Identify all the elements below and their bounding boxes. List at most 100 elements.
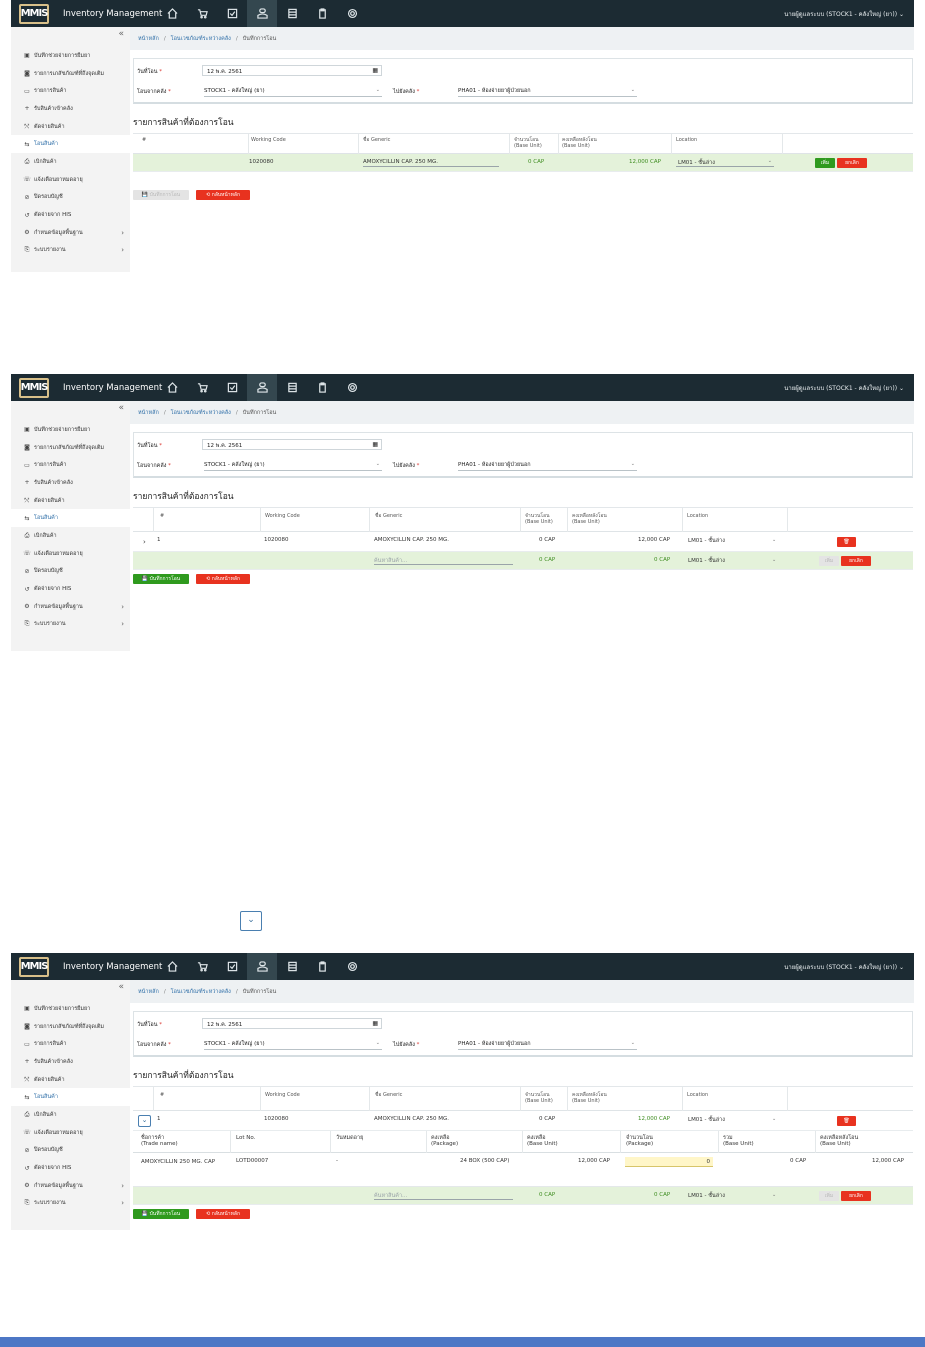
from-store-select[interactable]: STOCK1 - คลังใหญ่ (ยา) ⌄ [204, 1040, 382, 1050]
add-button[interactable]: เพิ่ม [815, 158, 835, 168]
gear-icon[interactable] [337, 953, 367, 980]
add-button[interactable]: เพิ่ม [819, 1191, 839, 1201]
sidebar-item-issue[interactable]: ⤲ ตัดจ่ายสินค้า [11, 1071, 130, 1089]
back-home-button[interactable]: ⟲ กลับหน้าหลัก [196, 1209, 250, 1219]
calendar-icon[interactable]: ▦ [372, 441, 378, 448]
sidebar-item-close-period[interactable]: ⊘ ปิดรอบบัญชี [11, 563, 130, 581]
user-menu[interactable]: นายผู้ดูแลระบบ (STOCK1 - คลังใหญ่ (ยา)) … [784, 9, 904, 19]
sidebar-item-transfer[interactable]: ⇆ โอนสินค้า [11, 509, 130, 528]
sidebar-item-reports[interactable]: ⎘ ระบบรายงาน › [11, 1195, 130, 1213]
sidebar-item-requisition[interactable]: ⎙ เบิกสินค้า [11, 527, 130, 545]
cancel-button[interactable]: ยกเลิก [837, 158, 867, 168]
clipboard-icon[interactable] [307, 0, 337, 27]
save-transfer-button[interactable]: 💾 บันทึกการโอน [133, 574, 189, 584]
generic-input[interactable]: AMOXYCILLIN CAP. 250 MG. [363, 157, 499, 167]
clipboard-icon[interactable] [307, 374, 337, 401]
sidebar-item-receive[interactable]: + รับสินค้าเข้าคลัง [11, 100, 130, 118]
collapse-sidebar-icon[interactable]: « [11, 980, 130, 994]
date-input[interactable]: 12 พ.ค. 2561 ▦ [202, 1018, 382, 1029]
home-icon[interactable] [157, 0, 187, 27]
calendar-icon[interactable]: ▦ [372, 1020, 378, 1027]
sidebar-item-products[interactable]: ▭ รายการสินค้า [11, 1035, 130, 1053]
sidebar-item-his[interactable]: ↺ ตัดจ่ายจาก HIS [11, 580, 130, 598]
location-select[interactable]: LM01 - ชั้นล่าง ⌄ [676, 157, 774, 167]
date-input[interactable]: 12 พ.ค. 2561 ▦ [202, 439, 382, 450]
sidebar-item-close-period[interactable]: ⊘ ปิดรอบบัญชี [11, 1142, 130, 1160]
sidebar-item-requisition[interactable]: ⎙ เบิกสินค้า [11, 1106, 130, 1124]
sidebar-item-receive[interactable]: + รับสินค้าเข้าคลัง [11, 1053, 130, 1071]
sidebar-item-products[interactable]: ▭ รายการสินค้า [11, 82, 130, 100]
cart-icon[interactable] [187, 374, 217, 401]
breadcrumb-home[interactable]: หน้าหลัก [138, 409, 159, 417]
breadcrumb-transfer[interactable]: โอนเวชภัณฑ์ระหว่างคลัง [171, 988, 231, 996]
layers-icon[interactable] [277, 953, 307, 980]
sidebar-item-loan[interactable]: ▣ บันทึกช่วยจ่ายการยืมยา [11, 421, 130, 439]
home-icon[interactable] [157, 374, 187, 401]
cart-icon[interactable] [187, 0, 217, 27]
sidebar-item-reports[interactable]: ⎘ ระบบรายงาน › [11, 616, 130, 634]
delete-button[interactable]: 🗑 [837, 1116, 856, 1126]
breadcrumb-transfer[interactable]: โอนเวชภัณฑ์ระหว่างคลัง [171, 35, 231, 43]
check-box-icon[interactable] [217, 0, 247, 27]
hand-medicine-icon[interactable] [247, 953, 277, 980]
sidebar-item-loan[interactable]: ▣ บันทึกช่วยจ่ายการยืมยา [11, 1000, 130, 1018]
cart-icon[interactable] [187, 953, 217, 980]
sidebar-item-transfer[interactable]: ⇆ โอนสินค้า [11, 135, 130, 154]
to-store-select[interactable]: PHA01 - ห้องจ่ายยาผู้ป่วยนอก ⌄ [458, 1040, 637, 1050]
product-search-input[interactable]: ค้นหาสินค้า... [374, 1190, 513, 1200]
back-home-button[interactable]: ⟲ กลับหน้าหลัก [196, 190, 250, 200]
sidebar-item-expiry[interactable]: ☏ แจ้งเตือนยาหมดอายุ [11, 1124, 130, 1142]
sidebar-item-expiry[interactable]: ☏ แจ้งเตือนยาหมดอายุ [11, 171, 130, 189]
sidebar-item-transfer[interactable]: ⇆ โอนสินค้า [11, 1088, 130, 1107]
date-input[interactable]: 12 พ.ค. 2561 ▦ [202, 65, 382, 76]
sidebar-item-reorder[interactable]: ◙ รายการเภสัชภัณฑ์ที่ถึงจุดเติม [11, 65, 130, 83]
hand-medicine-icon[interactable] [247, 374, 277, 401]
collapse-sidebar-icon[interactable]: « [11, 27, 130, 41]
from-store-select[interactable]: STOCK1 - คลังใหญ่ (ยา) ⌄ [204, 87, 382, 97]
check-box-icon[interactable] [217, 953, 247, 980]
gear-icon[interactable] [337, 374, 367, 401]
breadcrumb-home[interactable]: หน้าหลัก [138, 35, 159, 43]
expand-chevron-icon[interactable]: ⌄ [240, 911, 262, 931]
home-icon[interactable] [157, 953, 187, 980]
check-box-icon[interactable] [217, 374, 247, 401]
clipboard-icon[interactable] [307, 953, 337, 980]
sidebar-item-issue[interactable]: ⤲ ตัดจ่ายสินค้า [11, 492, 130, 510]
sidebar-item-products[interactable]: ▭ รายการสินค้า [11, 456, 130, 474]
sidebar-item-reports[interactable]: ⎘ ระบบรายงาน › [11, 242, 130, 260]
breadcrumb-home[interactable]: หน้าหลัก [138, 988, 159, 996]
sidebar-item-requisition[interactable]: ⎙ เบิกสินค้า [11, 153, 130, 171]
calendar-icon[interactable]: ▦ [372, 67, 378, 74]
hand-medicine-icon[interactable] [247, 0, 277, 27]
to-store-select[interactable]: PHA01 - ห้องจ่ายยาผู้ป่วยนอก ⌄ [458, 461, 637, 471]
cancel-button[interactable]: ยกเลิก [841, 1191, 871, 1201]
cancel-button[interactable]: ยกเลิก [841, 556, 871, 566]
sidebar-item-expiry[interactable]: ☏ แจ้งเตือนยาหมดอายุ [11, 545, 130, 563]
from-store-select[interactable]: STOCK1 - คลังใหญ่ (ยา) ⌄ [204, 461, 382, 471]
delete-button[interactable]: 🗑 [837, 537, 856, 547]
user-menu[interactable]: นายผู้ดูแลระบบ (STOCK1 - คลังใหญ่ (ยา)) … [784, 383, 904, 393]
layers-icon[interactable] [277, 374, 307, 401]
sidebar-item-his[interactable]: ↺ ตัดจ่ายจาก HIS [11, 1159, 130, 1177]
sidebar-item-reorder[interactable]: ◙ รายการเภสัชภัณฑ์ที่ถึงจุดเติม [11, 1018, 130, 1036]
save-transfer-button[interactable]: 💾 บันทึกการโอน [133, 190, 189, 200]
sidebar-item-issue[interactable]: ⤲ ตัดจ่ายสินค้า [11, 118, 130, 136]
sidebar-item-reorder[interactable]: ◙ รายการเภสัชภัณฑ์ที่ถึงจุดเติม [11, 439, 130, 457]
sidebar-item-settings[interactable]: ⚙ กำหนดข้อมูลพื้นฐาน › [11, 224, 130, 242]
back-home-button[interactable]: ⟲ กลับหน้าหลัก [196, 574, 250, 584]
save-transfer-button[interactable]: 💾 บันทึกการโอน [133, 1209, 189, 1219]
sidebar-item-receive[interactable]: + รับสินค้าเข้าคลัง [11, 474, 130, 492]
sidebar-item-settings[interactable]: ⚙ กำหนดข้อมูลพื้นฐาน › [11, 598, 130, 616]
add-button[interactable]: เพิ่ม [819, 556, 839, 566]
breadcrumb-transfer[interactable]: โอนเวชภัณฑ์ระหว่างคลัง [171, 409, 231, 417]
sidebar-item-his[interactable]: ↺ ตัดจ่ายจาก HIS [11, 206, 130, 224]
sidebar-item-close-period[interactable]: ⊘ ปิดรอบบัญชี [11, 189, 130, 207]
layers-icon[interactable] [277, 0, 307, 27]
expand-row-icon[interactable]: › [143, 538, 146, 546]
sidebar-item-settings[interactable]: ⚙ กำหนดข้อมูลพื้นฐาน › [11, 1177, 130, 1195]
to-store-select[interactable]: PHA01 - ห้องจ่ายยาผู้ป่วยนอก ⌄ [458, 87, 637, 97]
collapse-sidebar-icon[interactable]: « [11, 401, 130, 415]
transfer-qty-input[interactable]: 0 [625, 1157, 713, 1167]
user-menu[interactable]: นายผู้ดูแลระบบ (STOCK1 - คลังใหญ่ (ยา)) … [784, 962, 904, 972]
collapse-row-icon[interactable]: ⌄ [138, 1115, 151, 1127]
